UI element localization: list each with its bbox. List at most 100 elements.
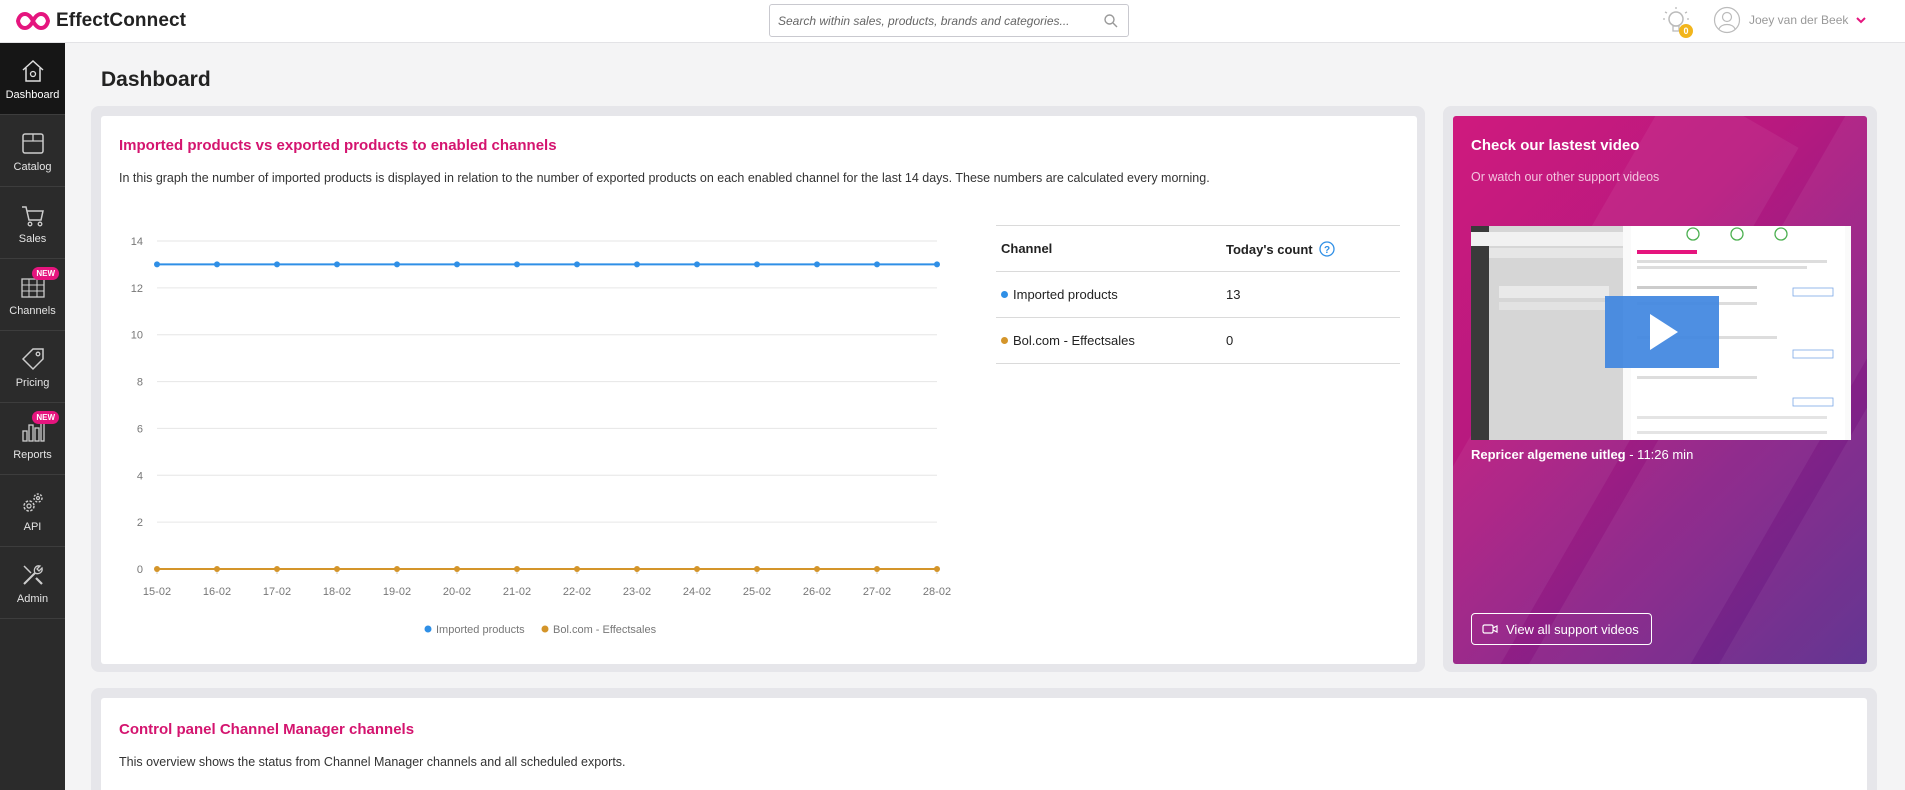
sidebar-item-pricing[interactable]: Pricing (0, 331, 65, 403)
table-row: Imported products 13 (996, 271, 1400, 318)
new-badge: NEW (32, 411, 59, 424)
legend-label: Imported products (436, 624, 525, 636)
products-card-description: In this graph the number of imported pro… (119, 171, 1210, 185)
count-cell: 0 (1221, 317, 1400, 364)
products-card-title: Imported products vs exported products t… (119, 137, 557, 154)
x-tick-label: 17-02 (263, 586, 291, 598)
app-name: EffectConnect (56, 10, 187, 31)
x-tick-label: 25-02 (743, 586, 771, 598)
sidebar-item-label: API (23, 520, 42, 533)
support-videos-link[interactable]: Or watch our other support videos (1471, 170, 1659, 184)
channel-column-header: Channel (996, 225, 1221, 272)
channel-cell: Imported products (996, 271, 1221, 318)
x-tick-label: 27-02 (863, 586, 891, 598)
sidebar-item-label: Channels (9, 304, 56, 317)
sidebar-item-admin[interactable]: Admin (0, 547, 65, 619)
tools-icon (22, 564, 43, 585)
data-point (874, 566, 880, 572)
data-point (574, 566, 580, 572)
data-point (694, 566, 700, 572)
data-point (274, 261, 280, 268)
y-tick-label: 0 (137, 564, 143, 576)
chevron-down-icon[interactable] (1856, 16, 1867, 24)
count-column-header: Today's count ? (1221, 225, 1400, 272)
y-tick-label: 6 (137, 423, 143, 435)
video-card: Check our lastest video Or watch our oth… (1453, 116, 1867, 664)
data-point (814, 566, 820, 572)
control-panel-title: Control panel Channel Manager channels (119, 721, 415, 738)
sidebar-item-label: Admin (16, 592, 49, 605)
data-point (154, 261, 160, 268)
x-tick-label: 24-02 (683, 586, 711, 598)
x-tick-label: 26-02 (803, 586, 831, 598)
y-tick-label: 4 (137, 470, 143, 482)
x-tick-label: 23-02 (623, 586, 651, 598)
data-point (634, 566, 640, 572)
data-point (214, 566, 220, 572)
app-logo[interactable]: EffectConnect (16, 9, 186, 33)
sidebar-item-api[interactable]: API (0, 475, 65, 547)
help-icon[interactable]: ? (1319, 240, 1335, 257)
data-point (934, 261, 940, 268)
count-header-label: Today's count (1226, 241, 1313, 257)
data-point (274, 566, 280, 572)
data-point (934, 566, 940, 572)
series-color-dot (1001, 291, 1008, 298)
x-tick-label: 20-02 (443, 586, 471, 598)
user-menu[interactable]: Joey van der Beek (1713, 6, 1867, 34)
data-point (514, 566, 520, 572)
sidebar-item-dashboard[interactable]: Dashboard (0, 43, 65, 115)
view-all-videos-button[interactable]: View all support videos (1471, 613, 1652, 645)
y-tick-label: 8 (137, 377, 143, 389)
y-tick-label: 14 (131, 236, 143, 248)
count-cell: 13 (1221, 271, 1400, 318)
video-thumbnail[interactable] (1471, 226, 1851, 440)
sidebar-item-channels[interactable]: NEW Channels (0, 259, 65, 331)
sidebar: Dashboard Catalog Sales NEW Channels Pri… (0, 43, 65, 790)
x-tick-label: 16-02 (203, 586, 231, 598)
video-title: Repricer algemene uitleg (1471, 447, 1626, 462)
gears-icon (22, 492, 43, 512)
view-all-videos-label: View all support videos (1506, 621, 1639, 637)
data-point (394, 566, 400, 572)
data-point (634, 261, 640, 268)
data-point (574, 261, 580, 268)
price-tag-icon (21, 347, 44, 370)
control-panel-description: This overview shows the status from Chan… (119, 755, 626, 769)
channel-count-table: Channel Today's count ? Imported product… (996, 225, 1400, 364)
search-input[interactable] (770, 5, 1090, 36)
house-icon (21, 59, 44, 82)
series-color-dot (1001, 337, 1008, 344)
control-panel-card (101, 698, 1867, 790)
channel-name: Bol.com - Effectsales (1013, 333, 1135, 348)
channel-name: Imported products (1013, 287, 1118, 302)
video-card-title: Check our lastest video (1471, 137, 1640, 154)
sidebar-item-label: Pricing (15, 376, 50, 389)
cart-icon (21, 205, 44, 226)
data-point (814, 261, 820, 268)
data-point (334, 261, 340, 268)
new-badge: NEW (32, 267, 59, 280)
x-tick-label: 22-02 (563, 586, 591, 598)
y-tick-label: 12 (131, 283, 143, 295)
x-tick-label: 28-02 (923, 586, 951, 598)
x-tick-label: 15-02 (143, 586, 171, 598)
top-bar: EffectConnect 0 Joey van der Beek (0, 0, 1905, 43)
x-tick-label: 21-02 (503, 586, 531, 598)
channel-header-label: Channel (1001, 241, 1053, 256)
infinity-logo-icon (16, 11, 50, 31)
svg-text:?: ? (1324, 245, 1330, 256)
sidebar-item-reports[interactable]: NEW Reports (0, 403, 65, 475)
legend-marker (541, 625, 549, 633)
data-point (754, 566, 760, 572)
legend-marker (424, 625, 432, 633)
sidebar-item-label: Dashboard (5, 88, 60, 101)
data-point (154, 566, 160, 572)
search-icon[interactable] (1103, 13, 1119, 29)
data-point (394, 261, 400, 268)
user-name: Joey van der Beek (1749, 13, 1849, 27)
sidebar-item-sales[interactable]: Sales (0, 187, 65, 259)
search-box[interactable] (769, 4, 1129, 37)
video-caption: Repricer algemene uitleg - 11:26 min (1471, 447, 1693, 462)
sidebar-item-catalog[interactable]: Catalog (0, 115, 65, 187)
